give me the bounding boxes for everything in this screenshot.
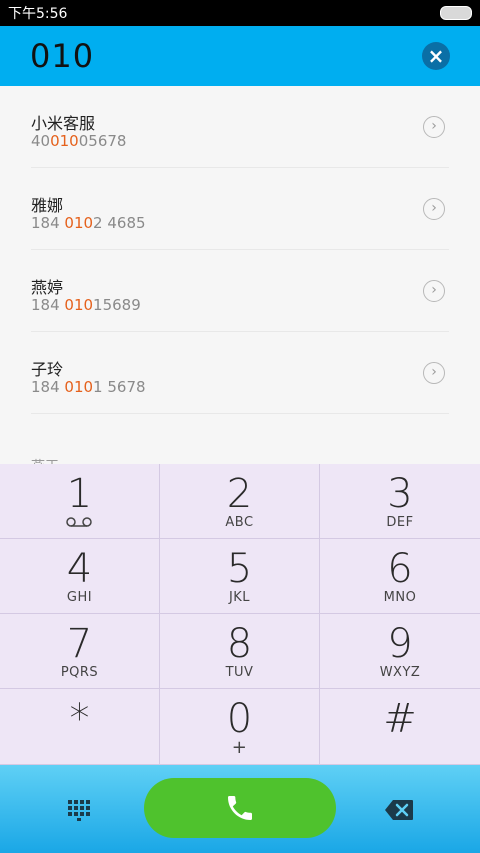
key-8[interactable]: 8 TUV (160, 614, 320, 689)
chevron-right-icon[interactable]: › (423, 362, 445, 384)
contact-name: 燕婷 (31, 278, 64, 297)
dialed-number[interactable]: 010 (30, 37, 94, 75)
dialpad-icon[interactable] (67, 798, 91, 822)
contact-name: 小米客服 (31, 114, 96, 133)
status-time: 下午5:56 (8, 6, 68, 22)
key-4[interactable]: 4 GHI (0, 539, 160, 614)
dial-header: 010 × (0, 26, 480, 86)
phone-icon (228, 796, 252, 820)
backspace-icon[interactable] (384, 799, 414, 821)
battery-icon (440, 6, 472, 20)
contact-name: 子玲 (31, 360, 64, 379)
list-item[interactable]: 燕婷 184 01015689 › (31, 250, 449, 332)
contact-number: 184 0101 5678 (31, 378, 146, 396)
key-0[interactable]: 0 + (160, 689, 320, 765)
key-1[interactable]: 1 (0, 464, 160, 539)
contact-number: 184 01015689 (31, 296, 141, 314)
key-hash[interactable]: # (320, 689, 480, 765)
search-results: 小米客服 4001005678 › 雅娜 184 0102 4685 › 燕婷 … (0, 86, 480, 464)
key-star[interactable]: * (0, 689, 160, 765)
bottom-action-bar (0, 765, 480, 853)
key-7[interactable]: 7 PQRS (0, 614, 160, 689)
chevron-right-icon[interactable]: › (423, 198, 445, 220)
contact-number: 184 0102 4685 (31, 214, 146, 232)
key-3[interactable]: 3 DEF (320, 464, 480, 539)
partial-contact-name: 燕王 (31, 456, 59, 464)
clear-icon[interactable]: × (422, 42, 450, 70)
key-5[interactable]: 5 JKL (160, 539, 320, 614)
contact-name: 雅娜 (31, 196, 64, 215)
chevron-right-icon[interactable]: › (423, 116, 445, 138)
list-item[interactable]: 子玲 184 0101 5678 › (31, 332, 449, 414)
dial-keypad: 1 2 ABC 3 DEF 4 GHI 5 JKL 6 MNO 7 PQRS 8… (0, 464, 480, 765)
list-item[interactable]: 雅娜 184 0102 4685 › (31, 168, 449, 250)
key-6[interactable]: 6 MNO (320, 539, 480, 614)
status-bar: 下午5:56 (0, 0, 480, 26)
key-2[interactable]: 2 ABC (160, 464, 320, 539)
voicemail-icon (66, 517, 92, 527)
chevron-right-icon[interactable]: › (423, 280, 445, 302)
contact-number: 4001005678 (31, 132, 127, 150)
list-item[interactable]: 小米客服 4001005678 › (31, 86, 449, 168)
key-9[interactable]: 9 WXYZ (320, 614, 480, 689)
call-button[interactable] (144, 778, 336, 838)
